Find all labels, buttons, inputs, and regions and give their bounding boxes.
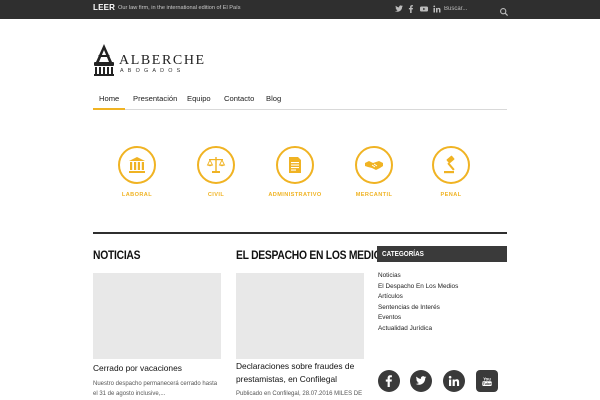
nav-presentacion[interactable]: Presentación bbox=[133, 94, 177, 103]
news-ticker-link[interactable]: Our law firm, in the international editi… bbox=[118, 5, 241, 11]
logo-name: ALBERCHE bbox=[119, 53, 206, 68]
logo-subtitle: ABOGADOS bbox=[120, 68, 185, 74]
facebook-icon[interactable] bbox=[378, 370, 400, 392]
gavel-icon bbox=[444, 155, 455, 174]
svg-text:You: You bbox=[483, 376, 491, 381]
service-mercantil[interactable]: MERCANTIL bbox=[337, 146, 411, 206]
handshake-icon bbox=[365, 161, 383, 170]
category-item[interactable]: Actualidad Jurídica bbox=[378, 324, 458, 335]
top-bar: LEER Our law firm, in the international … bbox=[0, 0, 600, 19]
linkedin-icon[interactable] bbox=[443, 370, 465, 392]
category-item[interactable]: Sentencias de Interés bbox=[378, 303, 458, 314]
nav-contacto[interactable]: Contacto bbox=[224, 94, 254, 103]
nav-home[interactable]: Home bbox=[93, 94, 126, 110]
news-post-title[interactable]: Cerrado por vacaciones bbox=[93, 362, 182, 374]
news-excerpt-line2: el 31 de agosto inclusive,... bbox=[93, 391, 166, 397]
media-section-title: EL DESPACHO EN LOS MEDIOS bbox=[236, 248, 389, 262]
media-excerpt-line1: Publicado en Confilegal, 28.07.2016 MILE… bbox=[236, 391, 363, 397]
categories-title: CATEGORÍAS bbox=[382, 249, 424, 258]
column-a-logo-icon bbox=[94, 44, 114, 76]
category-item[interactable]: Artículos bbox=[378, 292, 458, 303]
main-nav: Home Presentación Equipo Contacto Blog bbox=[93, 88, 507, 110]
service-laboral[interactable]: LABORAL bbox=[100, 146, 174, 206]
media-post-title-line1[interactable]: Declaraciones sobre fraudes de bbox=[236, 360, 354, 372]
linkedin-icon[interactable] bbox=[432, 4, 442, 14]
service-civil[interactable]: CIVIL bbox=[179, 146, 253, 206]
site-logo[interactable]: ALBERCHE ABOGADOS bbox=[93, 42, 213, 78]
service-label: MERCANTIL bbox=[355, 192, 393, 198]
service-label: PENAL bbox=[440, 192, 462, 198]
search-icon[interactable] bbox=[499, 4, 509, 17]
service-label: CIVIL bbox=[207, 192, 225, 198]
twitter-icon[interactable] bbox=[410, 370, 432, 392]
news-excerpt-line1: Nuestro despacho permanecerá cerrado has… bbox=[93, 381, 218, 387]
category-item[interactable]: Noticias bbox=[378, 271, 458, 282]
media-post-title-line2[interactable]: prestamistas, en Confilegal bbox=[236, 373, 337, 385]
document-icon bbox=[289, 157, 301, 173]
svg-text:Tube: Tube bbox=[483, 382, 492, 386]
youtube-icon[interactable]: You Tube bbox=[476, 370, 498, 392]
categories-header: CATEGORÍAS bbox=[377, 246, 507, 262]
youtube-icon[interactable] bbox=[419, 4, 429, 14]
category-item[interactable]: Eventos bbox=[378, 313, 458, 324]
scales-icon bbox=[206, 157, 226, 173]
bank-icon bbox=[129, 157, 145, 173]
twitter-icon[interactable] bbox=[394, 4, 404, 14]
service-penal[interactable]: PENAL bbox=[414, 146, 488, 206]
section-divider bbox=[93, 232, 507, 234]
categories-list: Noticias El Despacho En Los Medios Artíc… bbox=[378, 271, 458, 334]
category-item[interactable]: El Despacho En Los Medios bbox=[378, 282, 458, 293]
service-label: ADMINISTRATIVO bbox=[268, 192, 322, 198]
nav-blog[interactable]: Blog bbox=[266, 94, 281, 103]
nav-equipo[interactable]: Equipo bbox=[187, 94, 211, 103]
media-thumbnail[interactable] bbox=[236, 273, 364, 359]
service-label: LABORAL bbox=[121, 192, 153, 198]
facebook-icon[interactable] bbox=[406, 4, 416, 14]
news-thumbnail[interactable] bbox=[93, 273, 221, 359]
news-section-title: NOTICIAS bbox=[93, 248, 141, 262]
leer-label: LEER bbox=[93, 3, 116, 12]
service-administrativo[interactable]: ADMINISTRATIVO bbox=[258, 146, 332, 206]
